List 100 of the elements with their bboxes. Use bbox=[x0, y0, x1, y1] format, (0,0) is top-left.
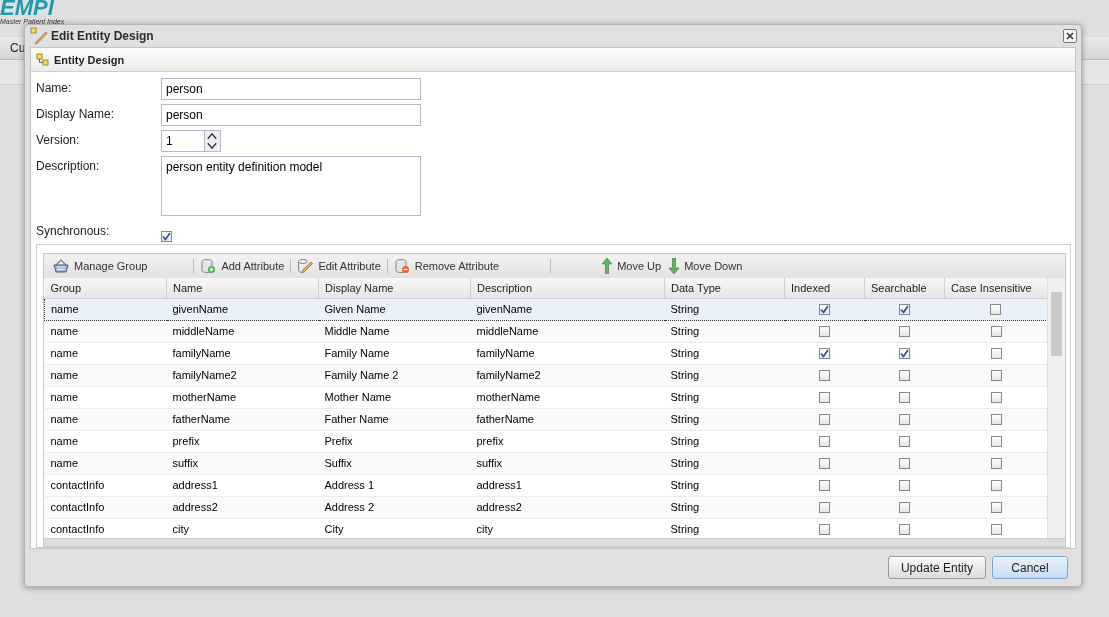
checkbox[interactable] bbox=[899, 392, 910, 404]
field-label: Description: bbox=[36, 158, 101, 173]
checkbox[interactable] bbox=[990, 304, 1002, 316]
toolbar-button[interactable]: Remove Attribute bbox=[389, 254, 504, 277]
update-button[interactable]: Update Entity bbox=[887, 556, 986, 579]
checkbox[interactable] bbox=[819, 326, 830, 338]
dialog-title: Edit Entity Design bbox=[51, 29, 154, 43]
table-cell: String bbox=[664, 452, 785, 475]
text-field[interactable]: person bbox=[161, 104, 421, 126]
table-cell: Family Name 2 bbox=[318, 364, 471, 387]
table-cell: String bbox=[664, 430, 785, 453]
checkbox[interactable] bbox=[990, 480, 1002, 492]
toolbar-button[interactable]: Move Down bbox=[665, 254, 747, 277]
horizontal-scrollbar[interactable] bbox=[44, 538, 1065, 546]
checkbox[interactable] bbox=[990, 502, 1002, 514]
table-cell: suffix bbox=[470, 452, 665, 475]
table-cell: contactInfo bbox=[44, 474, 167, 497]
text-area[interactable]: person entity definition model bbox=[161, 156, 421, 216]
table-cell: address2 bbox=[166, 496, 319, 519]
checkbox[interactable] bbox=[990, 414, 1002, 426]
panel-title: Entity Design bbox=[54, 53, 125, 66]
checkbox[interactable] bbox=[899, 348, 910, 360]
table-cell: prefix bbox=[470, 430, 665, 453]
table-cell: middleName bbox=[166, 320, 319, 343]
checkbox[interactable] bbox=[990, 370, 1002, 382]
checkbox[interactable] bbox=[990, 348, 1002, 360]
checkbox[interactable] bbox=[990, 436, 1002, 448]
cancel-button[interactable]: Cancel bbox=[992, 556, 1068, 579]
table-cell: suffix bbox=[166, 452, 319, 475]
field-label: Synchronous: bbox=[36, 223, 111, 238]
toolbar-button[interactable]: Move Up bbox=[598, 254, 666, 277]
checkbox[interactable] bbox=[819, 370, 830, 382]
checkbox[interactable] bbox=[899, 458, 910, 470]
table-cell: familyName bbox=[166, 342, 319, 365]
table-cell: Family Name bbox=[318, 342, 471, 365]
database-remove-icon bbox=[393, 257, 410, 274]
column-header[interactable]: Group bbox=[44, 277, 167, 299]
checkbox[interactable] bbox=[899, 304, 910, 316]
version-spinner[interactable]: 1 bbox=[161, 130, 221, 152]
table-cell: String bbox=[664, 342, 785, 365]
table-cell: familyName2 bbox=[166, 364, 319, 387]
table-cell: String bbox=[664, 320, 785, 343]
table-cell: fatherName bbox=[166, 408, 319, 431]
field-label: Version: bbox=[36, 132, 81, 147]
hierarchy-icon bbox=[36, 52, 50, 67]
table-cell: Father Name bbox=[318, 408, 471, 431]
table-cell: motherName bbox=[470, 386, 665, 409]
arrow-down-icon bbox=[669, 257, 680, 274]
checkbox[interactable] bbox=[819, 414, 830, 426]
close-button[interactable] bbox=[1063, 29, 1077, 43]
table-cell: String bbox=[664, 408, 785, 431]
checkbox[interactable] bbox=[161, 230, 172, 242]
checkbox[interactable] bbox=[819, 392, 830, 404]
table-cell: fatherName bbox=[470, 408, 665, 431]
checkbox[interactable] bbox=[899, 326, 910, 338]
toolbar-button[interactable]: Add Attribute bbox=[196, 254, 289, 277]
checkbox[interactable] bbox=[899, 370, 910, 382]
table-cell: address1 bbox=[470, 474, 665, 497]
table-cell: name bbox=[44, 364, 167, 387]
database-add-icon bbox=[200, 257, 217, 274]
checkbox[interactable] bbox=[990, 524, 1002, 536]
checkbox[interactable] bbox=[819, 304, 830, 316]
toolbar-button[interactable]: Edit Attribute bbox=[293, 254, 385, 277]
pencil-icon bbox=[30, 27, 48, 45]
checkbox[interactable] bbox=[899, 502, 910, 514]
checkbox[interactable] bbox=[819, 480, 830, 492]
checkbox[interactable] bbox=[819, 502, 830, 514]
checkbox[interactable] bbox=[990, 326, 1002, 338]
table-cell: familyName2 bbox=[470, 364, 665, 387]
checkbox[interactable] bbox=[990, 392, 1002, 404]
table-cell: Suffix bbox=[318, 452, 471, 475]
checkbox[interactable] bbox=[899, 480, 910, 492]
pencil-icon bbox=[297, 257, 314, 274]
checkbox[interactable] bbox=[819, 436, 830, 448]
checkbox[interactable] bbox=[819, 348, 830, 360]
checkbox[interactable] bbox=[990, 458, 1002, 470]
vertical-scrollbar[interactable] bbox=[1047, 277, 1065, 538]
table-cell: motherName bbox=[166, 386, 319, 409]
basket-icon bbox=[53, 258, 69, 273]
checkbox[interactable] bbox=[899, 436, 910, 448]
checkbox[interactable] bbox=[819, 524, 830, 536]
table-cell: name bbox=[44, 430, 167, 453]
table-cell: name bbox=[44, 452, 167, 475]
table-cell: name bbox=[44, 408, 167, 431]
table-cell: String bbox=[664, 474, 785, 497]
table-cell: String bbox=[664, 496, 785, 519]
arrow-up-icon bbox=[602, 257, 613, 274]
text-field[interactable]: person bbox=[161, 78, 421, 100]
table-cell: String bbox=[664, 386, 785, 409]
checkbox[interactable] bbox=[819, 458, 830, 470]
table-cell: address1 bbox=[166, 474, 319, 497]
app-logo: EMPI bbox=[0, 0, 54, 19]
field-label: Display Name: bbox=[36, 106, 116, 121]
toolbar-button[interactable]: Manage Group bbox=[49, 254, 152, 277]
table-cell: familyName bbox=[470, 342, 665, 365]
checkbox[interactable] bbox=[899, 524, 910, 536]
table-cell: name bbox=[44, 386, 167, 409]
table-cell: address2 bbox=[470, 496, 665, 519]
table-cell: prefix bbox=[166, 430, 319, 453]
checkbox[interactable] bbox=[899, 414, 910, 426]
